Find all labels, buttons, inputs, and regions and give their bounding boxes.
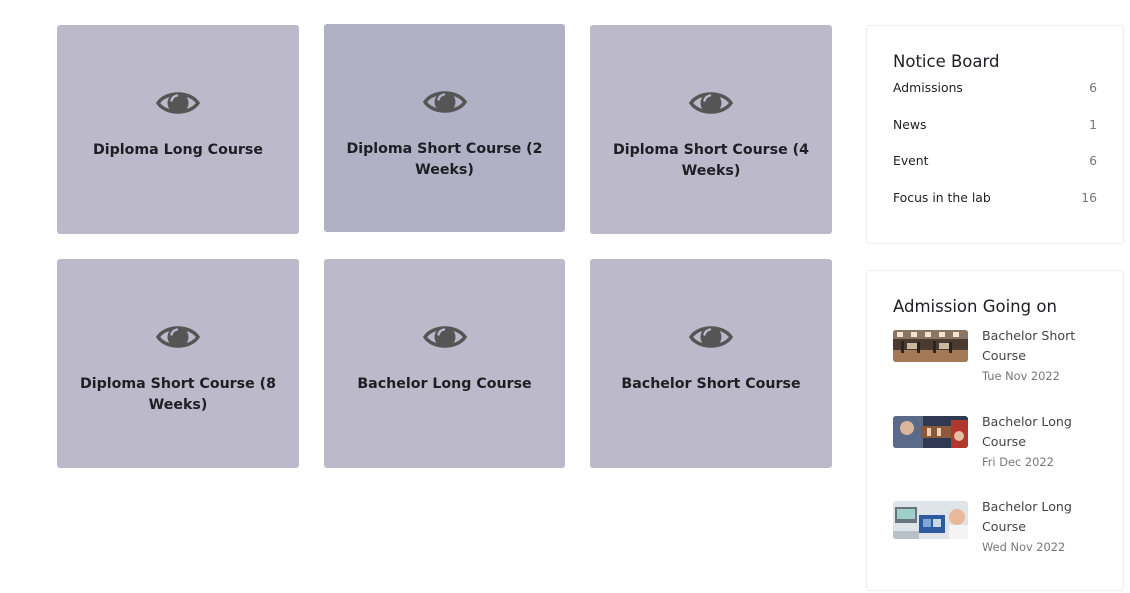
admission-thumbnail[interactable]	[893, 330, 968, 362]
course-card-diploma-short-4-weeks[interactable]: Diploma Short Course (4 Weeks)	[590, 25, 832, 234]
notice-item-news[interactable]: News 1	[893, 117, 1097, 154]
admission-item-title[interactable]: Bachelor Long Course	[982, 497, 1082, 537]
admission-thumbnail[interactable]	[893, 415, 968, 448]
admission-panel: Admission Going on Bachelor Short Course…	[866, 270, 1124, 591]
admission-item[interactable]: Bachelor Short Course Tue Nov 2022	[893, 326, 1097, 412]
admission-item[interactable]: Bachelor Long Course Wed Nov 2022	[893, 497, 1097, 583]
notice-item-count: 6	[1089, 153, 1097, 168]
course-grid: Diploma Long Course Diploma Short Course…	[57, 24, 832, 468]
notice-item-label: Admissions	[893, 80, 963, 95]
course-title: Bachelor Short Course	[621, 376, 801, 392]
notice-item-admissions[interactable]: Admissions 6	[893, 80, 1097, 117]
admission-item-date: Fri Dec 2022	[982, 454, 1054, 469]
course-card-diploma-short-2-weeks[interactable]: Diploma Short Course (2 Weeks)	[324, 24, 565, 232]
course-title: Diploma Short Course (2 Weeks)	[346, 141, 543, 178]
notice-item-label: News	[893, 116, 927, 132]
admission-item-date: Tue Nov 2022	[982, 369, 1060, 383]
admission-item-title[interactable]: Bachelor Short Course	[982, 326, 1082, 366]
course-title: Bachelor Long Course	[357, 376, 532, 392]
course-title: Diploma Long Course	[92, 142, 263, 158]
notice-board-title: Notice Board	[893, 52, 1000, 71]
notice-board-panel: Notice Board Admissions 6 News 1 Event 6…	[866, 25, 1124, 244]
course-card-bachelor-long[interactable]: Bachelor Long Course	[324, 259, 565, 468]
eye-icon	[689, 326, 733, 348]
course-card-diploma-long[interactable]: Diploma Long Course	[57, 25, 299, 234]
notice-item-focus-in-the-lab[interactable]: Focus in the lab 16	[893, 190, 1097, 227]
course-title: Diploma Short Course (8 Weeks)	[79, 376, 277, 413]
admission-item-date: Wed Nov 2022	[982, 540, 1066, 554]
eye-icon	[689, 92, 733, 114]
notice-item-event[interactable]: Event 6	[893, 153, 1097, 190]
course-card-diploma-short-8-weeks[interactable]: Diploma Short Course (8 Weeks)	[57, 259, 299, 468]
notice-item-count: 6	[1089, 80, 1097, 95]
eye-icon	[422, 91, 467, 113]
course-card-bachelor-short[interactable]: Bachelor Short Course	[590, 259, 832, 468]
admission-list: Bachelor Short Course Tue Nov 2022 Bache…	[893, 326, 1097, 583]
eye-icon	[156, 92, 200, 114]
notice-board-list: Admissions 6 News 1 Event 6 Focus in the…	[893, 80, 1097, 226]
notice-item-count: 16	[1081, 189, 1097, 205]
notice-item-label: Focus in the lab	[893, 189, 991, 205]
notice-item-label: Event	[893, 153, 929, 168]
course-title: Diploma Short Course (4 Weeks)	[612, 142, 810, 179]
eye-icon	[422, 326, 467, 348]
admission-thumbnail[interactable]	[893, 501, 968, 539]
admission-title: Admission Going on	[893, 297, 1057, 316]
notice-item-count: 1	[1089, 116, 1097, 132]
admission-item[interactable]: Bachelor Long Course Fri Dec 2022	[893, 412, 1097, 498]
eye-icon	[156, 326, 200, 348]
admission-item-title[interactable]: Bachelor Long Course	[982, 412, 1082, 452]
